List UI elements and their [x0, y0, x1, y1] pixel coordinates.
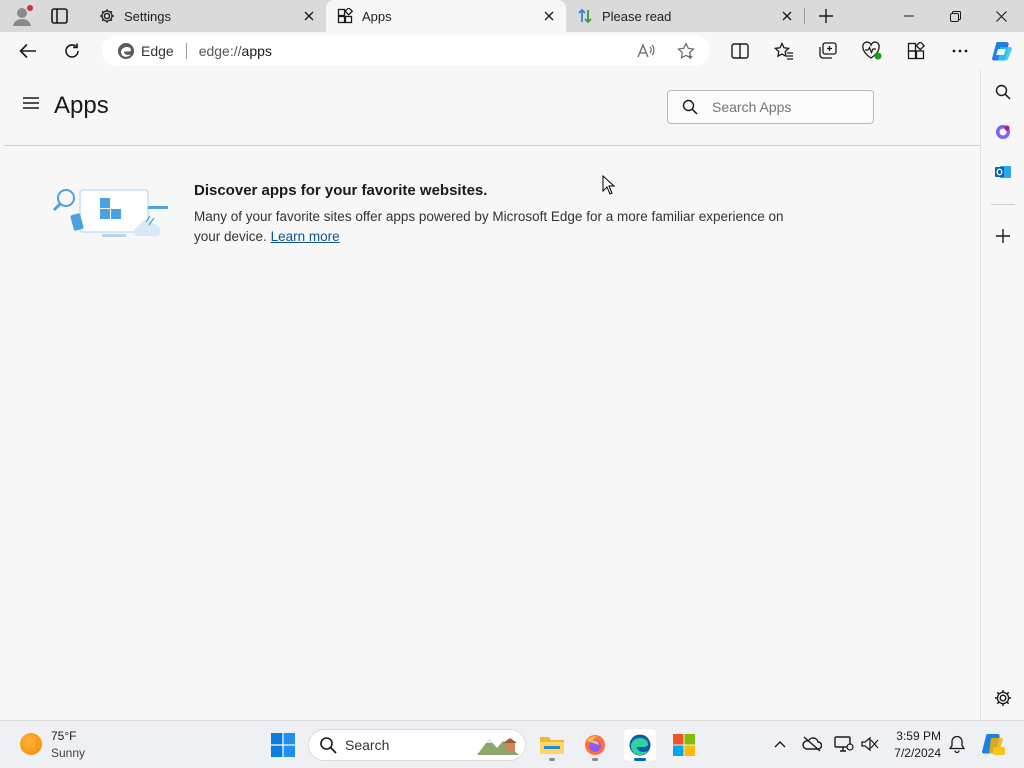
- hamburger-menu-icon[interactable]: [22, 96, 42, 116]
- collections-icon[interactable]: [814, 37, 842, 65]
- tab-apps[interactable]: Apps: [326, 0, 566, 32]
- search-highlight-illustration-icon: [475, 733, 521, 757]
- extensions-icon[interactable]: [902, 37, 930, 65]
- sidebar-divider: [991, 204, 1015, 205]
- address-separator: [185, 42, 187, 59]
- add-sidebar-app-icon[interactable]: [991, 224, 1015, 248]
- tab-please-read[interactable]: Please read: [566, 0, 804, 32]
- copilot-preview-taskbar-icon[interactable]: [980, 731, 1006, 757]
- sidebar-settings-gear-icon[interactable]: [991, 686, 1015, 710]
- tab-separator: [804, 8, 805, 24]
- back-arrow-icon[interactable]: [14, 37, 42, 65]
- close-tab-icon[interactable]: [538, 5, 560, 27]
- taskbar-search-label: Search: [345, 737, 390, 753]
- clock-time[interactable]: 3:59 PM: [893, 729, 941, 743]
- network-display-icon[interactable]: [833, 733, 855, 755]
- microsoft-store-icon[interactable]: [668, 729, 700, 761]
- search-apps-input[interactable]: [712, 99, 862, 115]
- taskbar-search-box[interactable]: Search: [308, 729, 526, 761]
- promo-heading: Discover apps for your favorite websites…: [194, 182, 488, 199]
- running-indicator: [549, 758, 555, 761]
- active-indicator: [634, 758, 646, 761]
- refresh-icon[interactable]: [58, 37, 86, 65]
- browser-toolbar: Edge edge://apps: [0, 32, 1024, 70]
- apps-illustration: [52, 184, 170, 242]
- url-text: edge://apps: [199, 43, 272, 59]
- copilot-icon[interactable]: [988, 37, 1016, 65]
- browser-essentials-icon[interactable]: [858, 37, 886, 65]
- more-options-icon[interactable]: [946, 37, 974, 65]
- favorite-star-icon[interactable]: [676, 41, 696, 61]
- onedrive-offline-icon[interactable]: [801, 733, 823, 755]
- notification-bell-icon[interactable]: [946, 733, 968, 755]
- tab-actions-menu-icon[interactable]: [48, 6, 72, 26]
- clock-date[interactable]: 7/2/2024: [889, 746, 941, 760]
- sidebar-search-icon[interactable]: [991, 80, 1015, 104]
- weather-temperature[interactable]: 75°F: [51, 729, 76, 743]
- sun-weather-icon[interactable]: [20, 733, 42, 755]
- tab-label: Settings: [124, 8, 171, 24]
- mouse-cursor-icon: [602, 174, 616, 195]
- windows-taskbar: 75°F Sunny Search 3:59 PM 7/2/2024: [0, 720, 1024, 768]
- tab-label: Apps: [362, 8, 392, 24]
- apps-icon: [336, 7, 354, 25]
- sort-arrows-icon: [576, 7, 594, 25]
- search-icon: [682, 99, 698, 115]
- close-tab-icon[interactable]: [298, 5, 320, 27]
- edge-sidebar: [980, 70, 1024, 720]
- header-divider: [4, 145, 980, 146]
- firefox-icon[interactable]: [579, 729, 611, 761]
- split-screen-icon[interactable]: [726, 37, 754, 65]
- file-explorer-icon[interactable]: [536, 729, 568, 761]
- edge-logo-icon: [116, 41, 136, 61]
- new-tab-plus-icon[interactable]: [814, 4, 838, 28]
- tab-settings[interactable]: Settings: [88, 0, 326, 32]
- copilot-sidebar-icon[interactable]: [991, 120, 1015, 144]
- close-window-icon[interactable]: [978, 0, 1024, 32]
- restore-icon[interactable]: [932, 0, 978, 32]
- outlook-icon[interactable]: [991, 160, 1015, 184]
- edge-taskbar-icon[interactable]: [624, 729, 656, 761]
- tab-strip: Settings Apps Please read: [0, 0, 1024, 32]
- windows-start-icon[interactable]: [271, 733, 295, 757]
- url-prefix: edge://: [198, 42, 242, 59]
- favorites-icon[interactable]: [770, 37, 798, 65]
- running-indicator: [592, 758, 598, 761]
- search-apps-box[interactable]: [667, 90, 874, 124]
- gear-icon: [98, 7, 116, 25]
- volume-muted-icon[interactable]: [859, 733, 881, 755]
- profile-avatar-icon[interactable]: [10, 4, 34, 28]
- read-aloud-icon[interactable]: [636, 41, 656, 61]
- page-title: Apps: [54, 92, 109, 119]
- tab-label: Please read: [602, 8, 672, 24]
- apps-page: Apps Discover apps for your favorite web…: [4, 70, 980, 716]
- site-identity-label: Edge: [141, 42, 174, 59]
- close-tab-icon[interactable]: [776, 5, 798, 27]
- promo-description: Many of your favorite sites offer apps p…: [194, 207, 804, 247]
- search-icon: [319, 736, 337, 754]
- minimize-icon[interactable]: [886, 0, 932, 32]
- weather-condition[interactable]: Sunny: [51, 746, 85, 760]
- show-hidden-icons-chevron-up-icon[interactable]: [769, 733, 791, 755]
- address-bar[interactable]: Edge edge://apps: [102, 35, 710, 66]
- learn-more-link[interactable]: Learn more: [271, 229, 340, 244]
- url-path: apps: [241, 42, 272, 59]
